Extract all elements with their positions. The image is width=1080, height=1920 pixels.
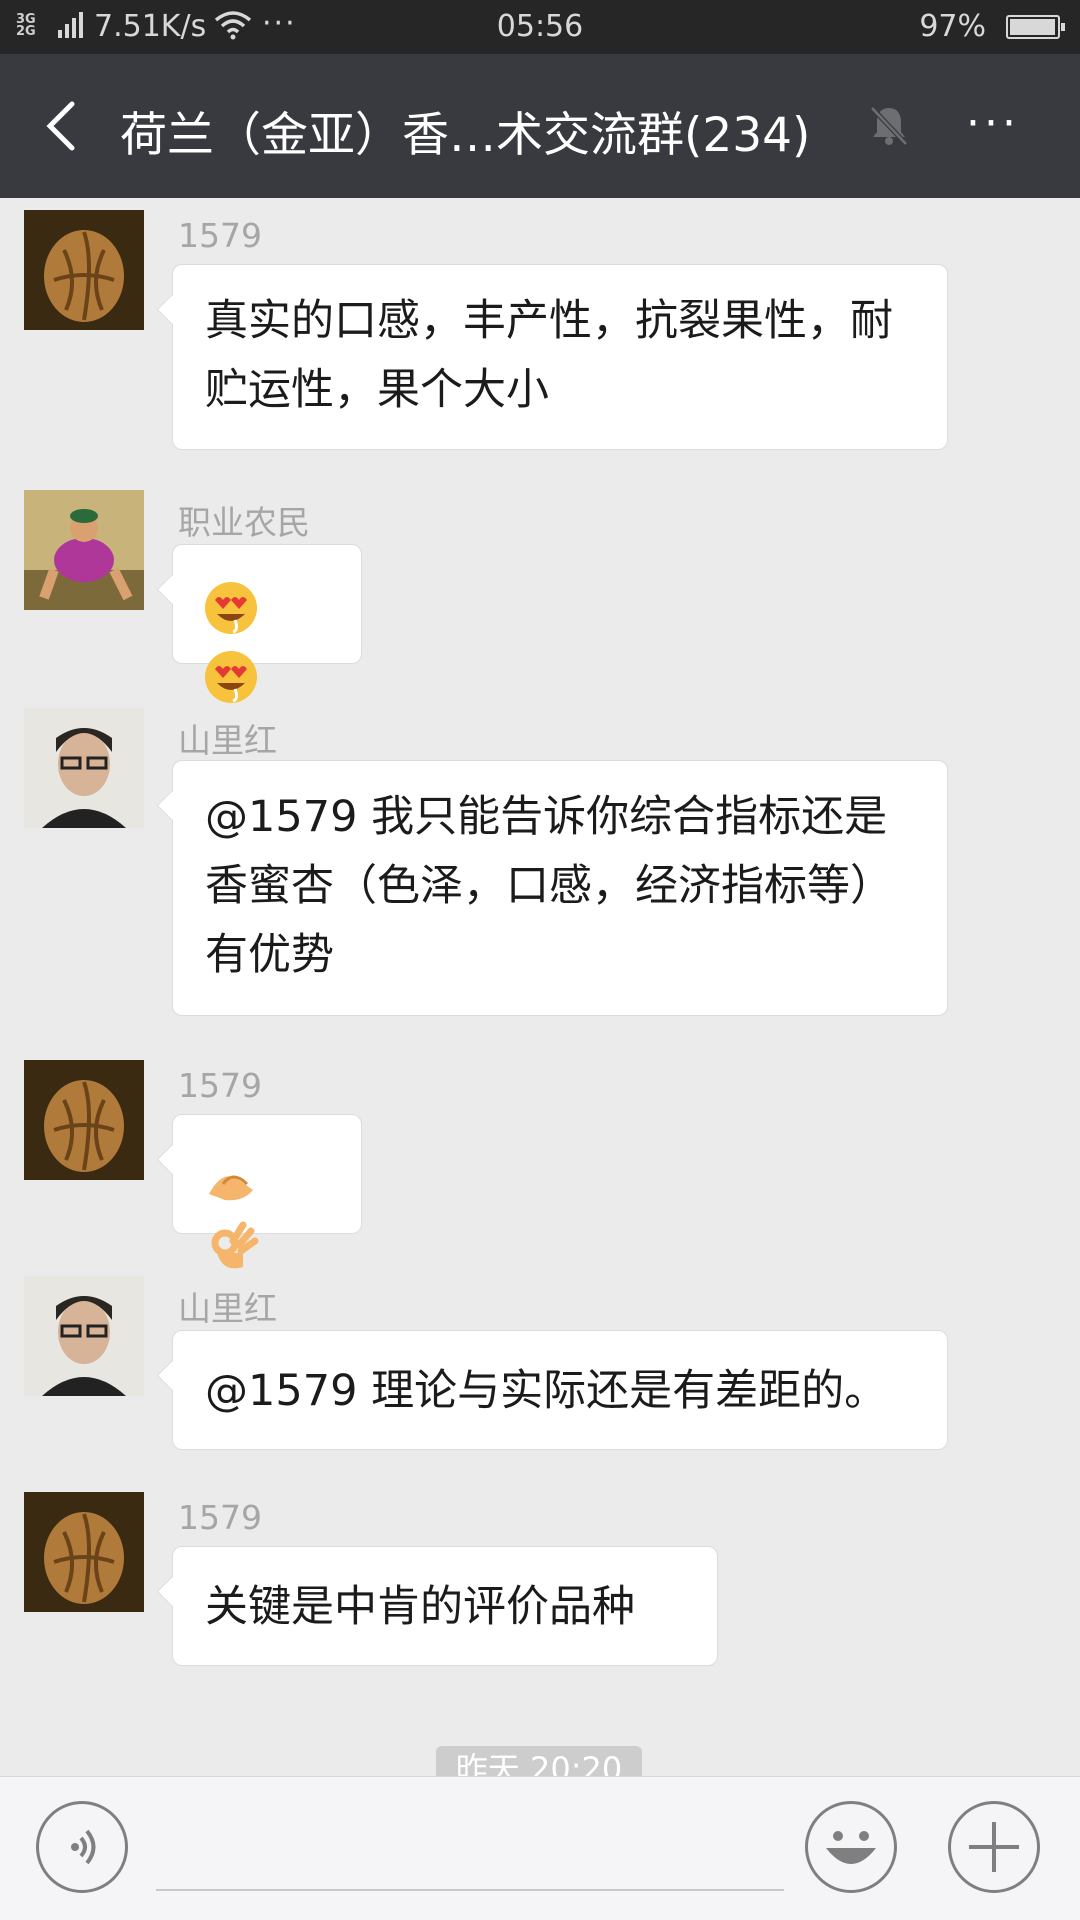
chat-title[interactable]: 荷兰（金亚）香…术交流群(234)	[120, 96, 810, 165]
avatar-cartoon[interactable]	[24, 490, 144, 610]
avatar-man[interactable]	[24, 1276, 144, 1396]
message-bubble[interactable]	[172, 544, 362, 703]
message-bubble[interactable]: 关键是中肯的评价品种	[172, 1546, 718, 1666]
voice-icon	[71, 1829, 96, 1865]
smile-icon	[826, 1831, 876, 1864]
avatar-walnut[interactable]	[24, 1060, 144, 1180]
chat-header: 荷兰（金亚）香…术交流群(234) ···	[0, 54, 1080, 198]
sender-name: 1579	[178, 216, 262, 255]
message-text: @1579 理论与实际还是有差距的。	[205, 1366, 888, 1416]
input-bar	[0, 1776, 1080, 1920]
status-bar: 3G 2G 7.51K/s ··· 05:56 97%	[0, 0, 1080, 54]
clock: 05:56	[496, 9, 584, 44]
ok-hand-emoji-icon	[211, 1221, 259, 1268]
heart-eyes-emoji-icon	[205, 650, 257, 703]
message-input[interactable]	[156, 1817, 784, 1891]
plus-icon	[969, 1822, 1019, 1872]
sender-name: 山里红	[178, 1289, 277, 1328]
sender-name: 职业农民	[178, 503, 310, 542]
voice-button[interactable]	[36, 1801, 128, 1893]
beckoning-hand-emoji-icon	[209, 1175, 253, 1200]
battery-icon	[1006, 15, 1065, 39]
message-text: 关键是中肯的评价品种	[205, 1582, 635, 1632]
bell-off-icon	[870, 106, 908, 146]
chat-messages[interactable]: 1579 真实的口感，丰产性，抗裂果性，耐贮运性，果个大小 职业农民 山里红 @…	[0, 198, 1080, 1776]
message-text: @1579 我只能告诉你综合指标还是香蜜杏（色泽，口感，经济指标等）有优势	[205, 792, 893, 980]
message-text: 真实的口感，丰产性，抗裂果性，耐贮运性，果个大小	[205, 296, 893, 415]
more-options-button[interactable]	[948, 1801, 1040, 1893]
battery-fill	[1010, 19, 1055, 35]
heart-eyes-emoji-icon	[205, 581, 257, 634]
more-icon[interactable]: ···	[966, 98, 1020, 149]
sender-name: 山里红	[178, 721, 277, 760]
message-bubble[interactable]: @1579 我只能告诉你综合指标还是香蜜杏（色泽，口感，经济指标等）有优势	[172, 760, 948, 1016]
sender-name: 1579	[178, 1498, 262, 1537]
message-bubble[interactable]: 真实的口感，丰产性，抗裂果性，耐贮运性，果个大小	[172, 264, 948, 450]
avatar-man[interactable]	[24, 708, 144, 828]
sender-name: 1579	[178, 1066, 262, 1105]
message-bubble[interactable]: @1579 理论与实际还是有差距的。	[172, 1330, 948, 1450]
avatar-walnut[interactable]	[24, 210, 144, 330]
emoji-button[interactable]	[805, 1801, 897, 1893]
timestamp-divider: 昨天 20:20	[436, 1746, 642, 1776]
avatar-walnut[interactable]	[24, 1492, 144, 1612]
message-bubble[interactable]	[172, 1114, 362, 1268]
back-icon[interactable]	[38, 100, 88, 152]
battery-percent: 97%	[919, 9, 986, 44]
